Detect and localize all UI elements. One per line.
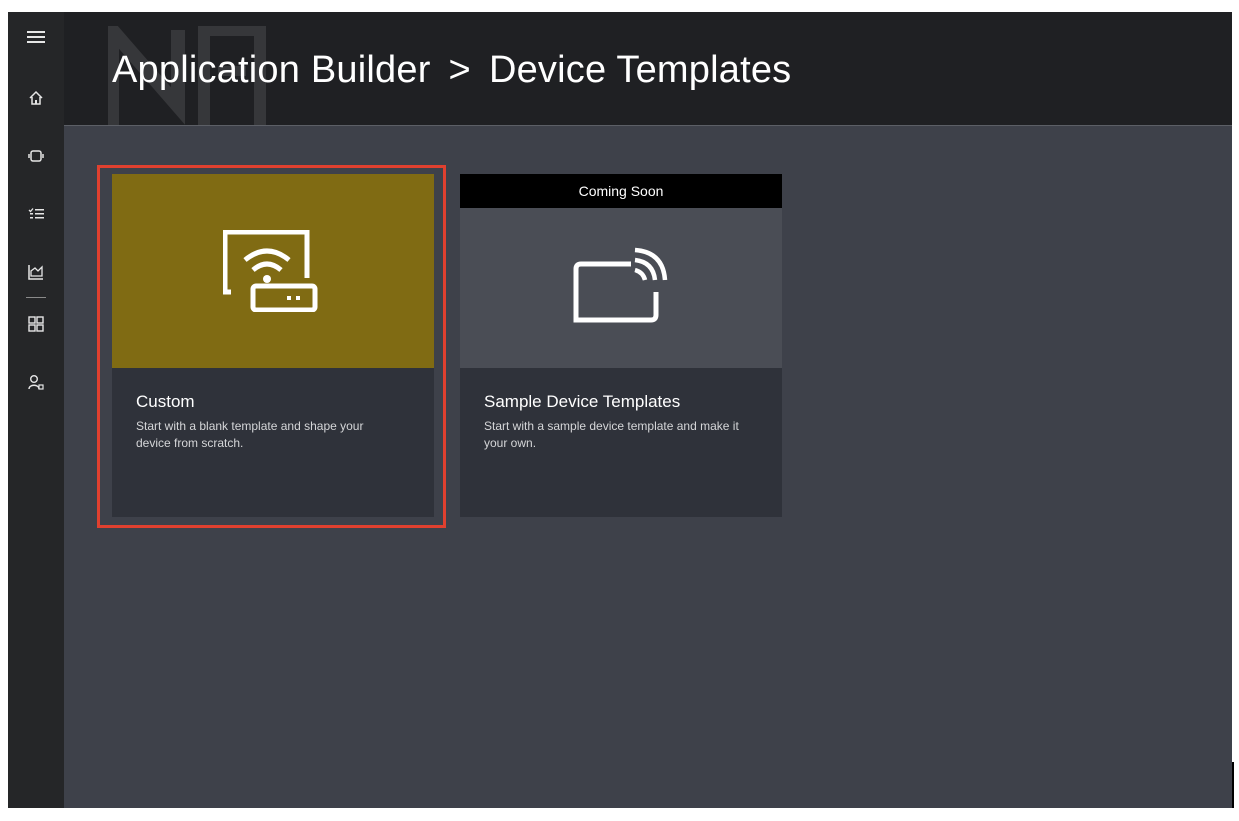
nav-devices-button[interactable] (8, 136, 64, 176)
nav-rules-button[interactable] (8, 194, 64, 234)
nav-apps-button[interactable] (8, 304, 64, 344)
analytics-chart-icon (28, 265, 43, 280)
custom-template-card[interactable]: Custom Start with a blank template and s… (112, 174, 434, 517)
custom-device-wifi-icon (223, 230, 318, 312)
breadcrumb: Application Builder > Device Templates (112, 49, 791, 92)
rail-divider (26, 297, 46, 298)
custom-card-banner (112, 174, 434, 368)
nav-analytics-button[interactable] (8, 252, 64, 292)
sample-templates-card[interactable]: Coming Soon Sample Device Templates Star… (460, 174, 782, 517)
custom-card-body: Custom Start with a blank template and s… (136, 392, 414, 452)
card-description: Start with a blank template and shape yo… (136, 419, 364, 450)
nav-rail (8, 12, 64, 808)
page-title: Device Templates (488, 49, 792, 91)
device-icon (28, 150, 44, 162)
hamburger-menu-icon (27, 31, 45, 43)
nav-admin-button[interactable] (8, 362, 64, 402)
nav-home-button[interactable] (8, 78, 64, 118)
coming-soon-badge: Coming Soon (460, 174, 782, 208)
sample-card-body: Sample Device Templates Start with a sam… (484, 392, 762, 452)
app-grid-icon (28, 316, 44, 332)
breadcrumb-separator: > (448, 49, 471, 91)
rules-list-icon (28, 208, 44, 219)
hamburger-menu-button[interactable] (8, 17, 64, 57)
card-description: Start with a sample device template and … (484, 419, 739, 450)
sample-device-signal-icon (573, 247, 668, 323)
text-cursor (1232, 762, 1234, 808)
page-header: Application Builder > Device Templates (64, 12, 1232, 126)
home-icon (29, 90, 43, 105)
breadcrumb-root[interactable]: Application Builder (112, 49, 431, 91)
users-admin-icon (28, 375, 44, 390)
card-title: Custom (136, 392, 195, 411)
card-title: Sample Device Templates (484, 392, 681, 411)
app-window: Application Builder > Device Templates Cus… (8, 12, 1232, 808)
